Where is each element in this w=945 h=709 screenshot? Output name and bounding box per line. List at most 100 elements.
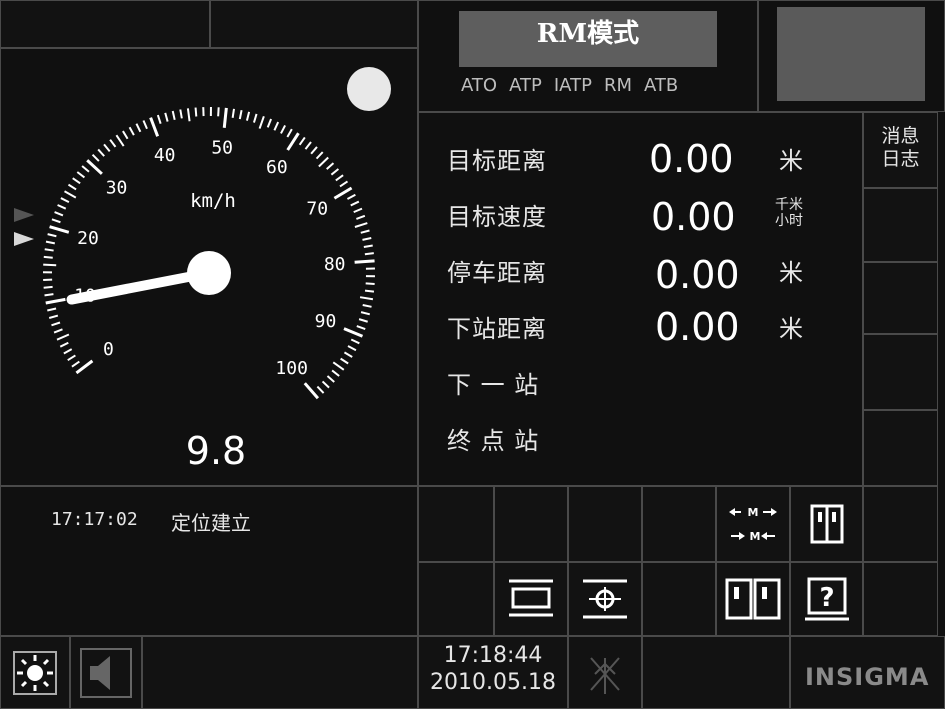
door-double-button[interactable] — [716, 562, 790, 636]
needle-hub — [187, 251, 231, 295]
gauge-tick — [103, 143, 111, 153]
gauge-label-90: 90 — [315, 311, 337, 332]
gauge-tick — [53, 328, 63, 334]
gauge-tick — [72, 177, 81, 185]
gauge-tick — [362, 304, 372, 308]
gauge-tick — [43, 263, 57, 267]
mode-tab-atb[interactable]: ATB — [644, 75, 678, 96]
gauge-tick — [47, 233, 57, 238]
target-distance-value: 0.00 — [649, 137, 734, 181]
gauge-tick — [149, 117, 160, 137]
mode-tab-ato[interactable]: ATO — [461, 75, 497, 96]
gauge-tick — [122, 130, 129, 140]
svg-text:M: M — [748, 506, 759, 519]
volume-button[interactable] — [70, 636, 142, 709]
gauge-tick — [86, 159, 103, 175]
door-single-button[interactable] — [790, 486, 863, 562]
target-speed-unit-bottom: 小时 — [775, 213, 803, 229]
gauge-tick — [179, 109, 183, 119]
event-log-panel: 17:17:02 定位建立 — [0, 486, 418, 636]
top-left-cell-2 — [210, 0, 418, 48]
target-button[interactable] — [568, 562, 642, 636]
gauge-tick — [91, 153, 100, 162]
gauge-label-20: 20 — [77, 228, 99, 249]
grid-button-r1c7[interactable] — [863, 486, 938, 562]
event-text: 定位建立 — [171, 511, 251, 535]
platform-button[interactable] — [494, 562, 568, 636]
gauge-label-100: 100 — [275, 358, 308, 379]
gauge-label-60: 60 — [266, 157, 288, 178]
gauge-tick — [346, 193, 356, 200]
gauge-tick — [47, 307, 57, 312]
top-left-cell-1 — [0, 0, 210, 48]
gauge-tick — [64, 190, 77, 199]
svg-text:?: ? — [819, 583, 834, 613]
gauge-tick — [186, 108, 191, 122]
gauge-tick — [364, 289, 375, 293]
grid-button-r1c4[interactable] — [642, 486, 716, 562]
gauge-tick — [45, 297, 66, 305]
gauge-tick — [310, 146, 318, 155]
gauge-label-40: 40 — [154, 145, 176, 166]
gauge-tick — [360, 229, 370, 234]
gauge-tick — [356, 325, 366, 331]
platform-icon — [509, 579, 553, 617]
gauge-tick — [56, 333, 70, 341]
clock-date: 2010.05.18 — [430, 670, 556, 695]
gauge-tick — [273, 121, 280, 131]
message-log-button[interactable]: 消息 日志 — [863, 112, 938, 188]
door-question-button[interactable]: ? — [790, 562, 863, 636]
next-station-label: 下 一 站 — [447, 371, 540, 399]
gauge-tick — [49, 225, 70, 234]
right-button-2[interactable] — [863, 188, 938, 262]
right-button-3[interactable] — [863, 262, 938, 334]
target-speed-label: 目标速度 — [447, 203, 547, 231]
next-station-distance-value: 0.00 — [655, 305, 740, 349]
gauge-tick — [63, 348, 73, 355]
mode-tabs: ATO ATP IATP RM ATB — [461, 75, 721, 96]
gauge-tick — [358, 318, 368, 323]
right-button-4[interactable] — [863, 334, 938, 410]
gauge-tick — [217, 107, 220, 117]
gauge-tick — [57, 204, 67, 210]
status-light-icon — [347, 67, 391, 111]
gauge-tick — [340, 357, 349, 365]
antenna-status — [568, 636, 642, 709]
grid-button-r1c1[interactable] — [418, 486, 494, 562]
arrow-light-icon — [14, 232, 34, 246]
right-button-5[interactable] — [863, 410, 938, 486]
mode-tab-iatp[interactable]: IATP — [554, 75, 592, 96]
gauge-label-80: 80 — [324, 254, 346, 275]
mode-tab-rm[interactable]: RM — [604, 75, 632, 96]
grid-button-r1c3[interactable] — [568, 486, 642, 562]
gauge-tick — [354, 222, 368, 228]
gauge-tick — [354, 259, 375, 264]
gauge-tick — [222, 107, 228, 128]
brightness-button[interactable] — [0, 636, 70, 709]
gauge-tick — [231, 108, 235, 118]
gauge-tick — [350, 338, 360, 345]
gauge-tick — [67, 183, 77, 191]
grid-button-r2c1[interactable] — [418, 562, 494, 636]
gauge-tick — [252, 113, 258, 123]
gauge-tick — [286, 128, 293, 138]
speed-unit-label: km/h — [190, 190, 236, 212]
door-single-icon — [810, 504, 843, 544]
gauge-tick — [67, 354, 76, 362]
mode-tab-atp[interactable]: ATP — [509, 75, 542, 96]
clock-panel: 17:18:44 2010.05.18 — [418, 636, 568, 709]
gauge-tick — [359, 296, 374, 301]
gauge-tick — [135, 123, 142, 133]
gauge-tick — [164, 112, 169, 122]
arrow-dark-icon — [14, 208, 34, 222]
gauge-tick — [97, 148, 105, 157]
mode-panel: RM模式 ATO ATP IATP RM ATB — [418, 0, 758, 112]
grid-button-r2c7[interactable] — [863, 562, 938, 636]
gauge-tick — [109, 139, 117, 148]
grid-button-r2c4[interactable] — [642, 562, 716, 636]
door-mode-button[interactable]: M M — [716, 486, 790, 562]
gauge-tick — [321, 380, 330, 389]
gauge-tick — [44, 293, 54, 297]
grid-button-r1c2[interactable] — [494, 486, 568, 562]
gauge-tick — [156, 114, 162, 124]
